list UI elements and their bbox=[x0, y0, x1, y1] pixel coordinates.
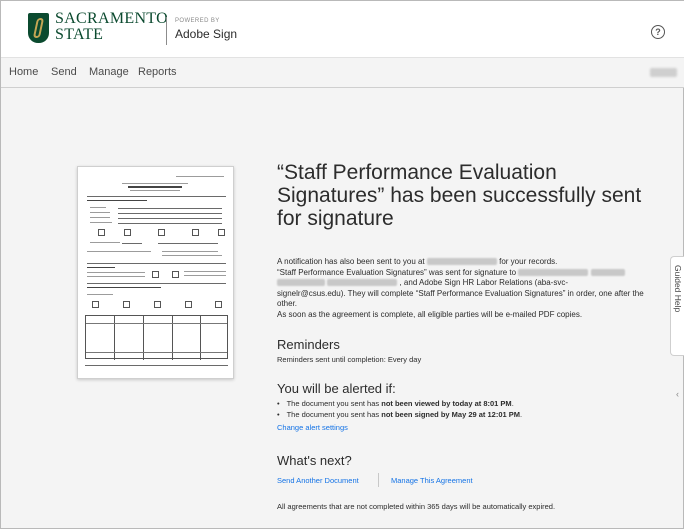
sac-state-logo-text[interactable]: SACRAMENTO STATE bbox=[55, 11, 168, 43]
top-brand-bar: SACRAMENTO STATE POWERED BY Adobe Sign ? bbox=[1, 1, 684, 58]
redacted-recipient bbox=[277, 279, 325, 287]
notification-line-3: , and Adobe Sign HR Labor Relations (aba… bbox=[277, 278, 661, 289]
manage-agreement-link[interactable]: Manage This Agreement bbox=[391, 476, 473, 485]
alert-item-not-viewed: The document you sent has not been viewe… bbox=[277, 399, 514, 408]
notification-line-5: other. bbox=[277, 299, 298, 308]
nav-home[interactable]: Home bbox=[9, 66, 38, 78]
nav-manage[interactable]: Manage bbox=[89, 66, 129, 78]
whats-next-heading: What's next? bbox=[277, 453, 352, 468]
redacted-recipient bbox=[590, 268, 625, 276]
nav-reports[interactable]: Reports bbox=[138, 66, 177, 78]
notification-line-4: signelr@csus.edu). They will complete “S… bbox=[277, 288, 644, 298]
change-alert-settings-link[interactable]: Change alert settings bbox=[277, 423, 348, 432]
redacted-recipient bbox=[327, 279, 398, 287]
document-thumbnail[interactable] bbox=[77, 166, 234, 379]
chevron-left-icon[interactable]: ‹ bbox=[676, 389, 679, 399]
notification-line-2: “Staff Performance Evaluation Signatures… bbox=[277, 268, 661, 279]
reminders-heading: Reminders bbox=[277, 337, 340, 352]
notification-paragraph: A notification has also been sent to you… bbox=[277, 257, 661, 320]
guided-help-tab[interactable]: Guided Help bbox=[670, 256, 684, 356]
link-separator bbox=[378, 473, 379, 487]
reminders-text: Reminders sent until completion: Every d… bbox=[277, 355, 422, 364]
user-menu-redacted[interactable] bbox=[650, 68, 677, 77]
alerts-heading: You will be alerted if: bbox=[277, 381, 396, 396]
redacted-recipient bbox=[518, 268, 589, 276]
notification-line-1: A notification has also been sent to you… bbox=[277, 257, 558, 266]
nav-send[interactable]: Send bbox=[51, 66, 77, 78]
logo-line-1: SACRAMENTO bbox=[55, 10, 168, 27]
help-icon[interactable]: ? bbox=[651, 25, 665, 39]
brand-divider bbox=[166, 17, 167, 45]
page-title: “Staff Performance Evaluation Signatures… bbox=[277, 161, 642, 230]
logo-line-2: STATE bbox=[55, 26, 104, 43]
notification-line-6: As soon as the agreement is complete, al… bbox=[277, 309, 583, 319]
powered-by-label: POWERED BY bbox=[175, 18, 220, 24]
redacted-email bbox=[426, 258, 497, 266]
expiry-note: All agreements that are not completed wi… bbox=[277, 502, 556, 511]
send-another-document-link[interactable]: Send Another Document bbox=[277, 476, 359, 485]
adobe-sign-label: Adobe Sign bbox=[175, 27, 238, 41]
main-nav: Home Send Manage Reports bbox=[1, 58, 684, 88]
alert-item-not-signed: The document you sent has not been signe… bbox=[277, 410, 523, 419]
guided-help-label: Guided Help bbox=[673, 265, 683, 313]
sac-state-logo-icon[interactable] bbox=[28, 13, 49, 43]
